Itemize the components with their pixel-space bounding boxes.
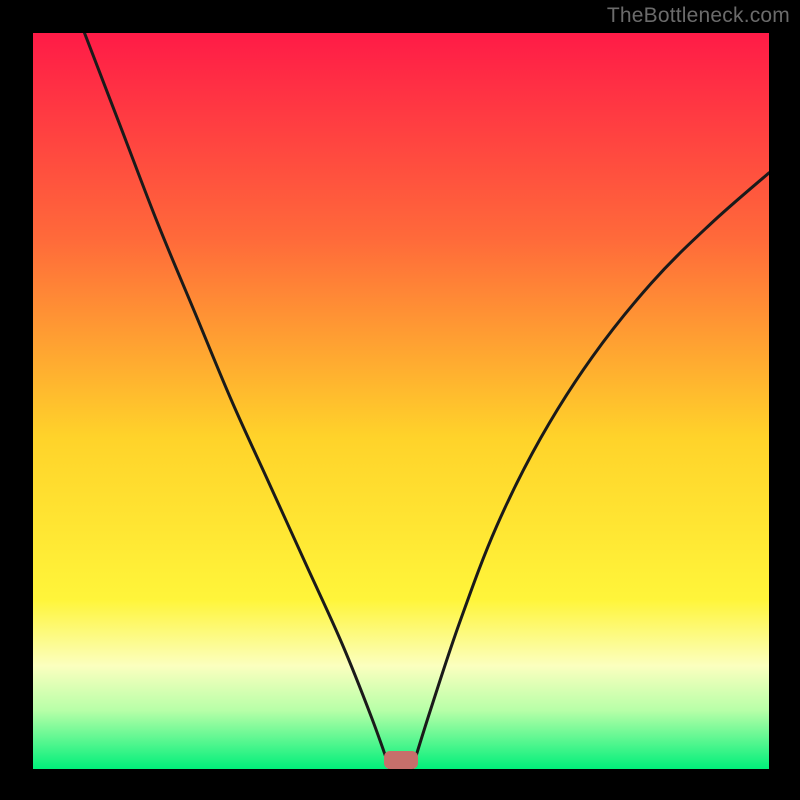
- chart-plot-area: [33, 33, 769, 769]
- watermark-text: TheBottleneck.com: [607, 4, 790, 28]
- chart-background-gradient: [33, 33, 769, 769]
- bottleneck-marker: [384, 751, 417, 769]
